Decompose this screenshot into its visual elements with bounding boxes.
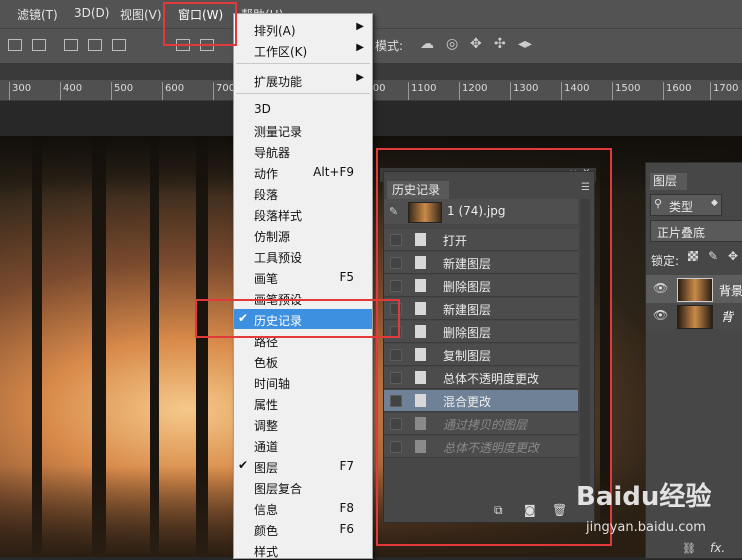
layer-row[interactable]: 👁 背 xyxy=(646,303,742,329)
menu-item-extensions[interactable]: 扩展功能 ▶ xyxy=(234,70,372,90)
layer-filter-select[interactable]: ⚲ 类型 ◆ xyxy=(650,194,722,216)
menu-3d[interactable]: 3D(D) xyxy=(74,6,109,20)
roll-3d-icon[interactable]: ◎ xyxy=(446,36,458,52)
menu-item-color[interactable]: 颜色 F6 xyxy=(234,519,372,539)
chevron-updown-icon: ◆ xyxy=(711,198,718,208)
eye-icon[interactable]: 👁 xyxy=(653,281,668,295)
ruler-tick: 1700 xyxy=(713,83,739,94)
menu-item-adjustments[interactable]: 调整 xyxy=(234,414,372,434)
ruler-tick: 500 xyxy=(114,83,134,94)
highlight-box-history-item xyxy=(195,299,400,338)
watermark: Baidu经验 jingyan.baidu.com xyxy=(560,476,740,546)
chevron-right-icon: ▶ xyxy=(356,72,364,83)
layer-name: 背 xyxy=(721,310,734,324)
chevron-right-icon: ▶ xyxy=(356,21,364,32)
ruler-tick: 300 xyxy=(12,83,32,94)
search-icon: ⚲ xyxy=(654,197,663,210)
lock-transparency-icon[interactable] xyxy=(688,251,698,261)
menu-item-workspace[interactable]: 工作区(K) ▶ xyxy=(234,40,372,60)
window-menu-dropdown: 排列(A) ▶ 工作区(K) ▶ 扩展功能 ▶ 3D 测量记录 导航器 动作 Alt+F… xyxy=(233,13,373,559)
menu-item-timeline[interactable]: 时间轴 xyxy=(234,372,372,392)
ruler-tick: 600 xyxy=(165,83,185,94)
ruler-tick: 1400 xyxy=(564,83,590,94)
menu-item-properties[interactable]: 属性 xyxy=(234,393,372,413)
menu-item-info[interactable]: 信息 F8 xyxy=(234,498,372,518)
ruler-tick: 1500 xyxy=(615,83,641,94)
slide-3d-icon[interactable]: ✣ xyxy=(494,36,506,52)
menu-item-tool-presets[interactable]: 工具预设 xyxy=(234,246,372,266)
menu-item-brush[interactable]: 画笔 F5 xyxy=(234,267,372,287)
menu-item-paragraph[interactable]: 段落 xyxy=(234,183,372,203)
pan-3d-icon[interactable]: ✥ xyxy=(470,36,482,52)
ruler-tick: 1600 xyxy=(666,83,692,94)
align-left-icon[interactable] xyxy=(8,39,22,51)
watermark-url: jingyan.baidu.com xyxy=(586,520,706,535)
distribute-top-icon[interactable] xyxy=(64,39,78,51)
ruler-tick: 1100 xyxy=(411,83,437,94)
menu-item-styles[interactable]: 样式 xyxy=(234,540,372,560)
menu-item-paragraph-styles[interactable]: 段落样式 xyxy=(234,204,372,224)
filter-type-label: 类型 xyxy=(669,200,694,214)
ruler-tick: 400 xyxy=(63,83,83,94)
layer-row-selected[interactable]: 👁 背景 xyxy=(646,275,742,303)
menu-separator xyxy=(236,93,370,94)
watermark-brand: Baidu经验 xyxy=(576,482,712,512)
chevron-right-icon: ▶ xyxy=(356,42,364,53)
menu-item-clone-source[interactable]: 仿制源 xyxy=(234,225,372,245)
blend-mode-value: 正片叠底 xyxy=(657,226,706,240)
layer-thumbnail xyxy=(677,278,713,302)
distribute-bottom-icon[interactable] xyxy=(112,39,126,51)
eye-icon[interactable]: 👁 xyxy=(653,308,668,322)
checkmark-icon: ✔ xyxy=(238,458,249,472)
menu-item-measurement-log[interactable]: 测量记录 xyxy=(234,120,372,140)
menu-separator xyxy=(236,63,370,64)
menu-item-layers[interactable]: ✔ 图层 F7 xyxy=(234,456,372,476)
mode-label: 模式: xyxy=(375,39,404,53)
layer-thumbnail xyxy=(677,305,713,329)
ruler-tick: 1300 xyxy=(513,83,539,94)
menu-filter[interactable]: 滤镜(T) xyxy=(17,6,58,23)
menu-item-layer-comps[interactable]: 图层复合 xyxy=(234,477,372,497)
menu-item-swatches[interactable]: 色板 xyxy=(234,351,372,371)
lock-label: 锁定: xyxy=(651,254,680,268)
menu-item-channels[interactable]: 通道 xyxy=(234,435,372,455)
menu-item-3d[interactable]: 3D xyxy=(234,99,372,119)
align-center-icon[interactable] xyxy=(32,39,46,51)
ruler-tick: 1200 xyxy=(462,83,488,94)
blend-mode-select[interactable]: 正片叠底 xyxy=(650,220,742,242)
layer-name: 背景 xyxy=(719,284,742,298)
highlight-box-window-menu xyxy=(163,2,237,46)
menu-item-navigator[interactable]: 导航器 xyxy=(234,141,372,161)
menu-item-actions[interactable]: 动作 Alt+F9 xyxy=(234,162,372,182)
orbit-3d-icon[interactable]: ☁ xyxy=(420,36,434,52)
menu-view[interactable]: 视图(V) xyxy=(120,6,162,23)
scale-3d-icon[interactable]: ◂▸ xyxy=(518,36,532,52)
distribute-middle-icon[interactable] xyxy=(88,39,102,51)
tab-layers[interactable]: 图层 xyxy=(650,173,687,190)
lock-brush-icon[interactable]: ✎ xyxy=(708,249,718,263)
lock-move-icon[interactable]: ✥ xyxy=(728,249,738,263)
menu-item-arrange[interactable]: 排列(A) ▶ xyxy=(234,19,372,39)
